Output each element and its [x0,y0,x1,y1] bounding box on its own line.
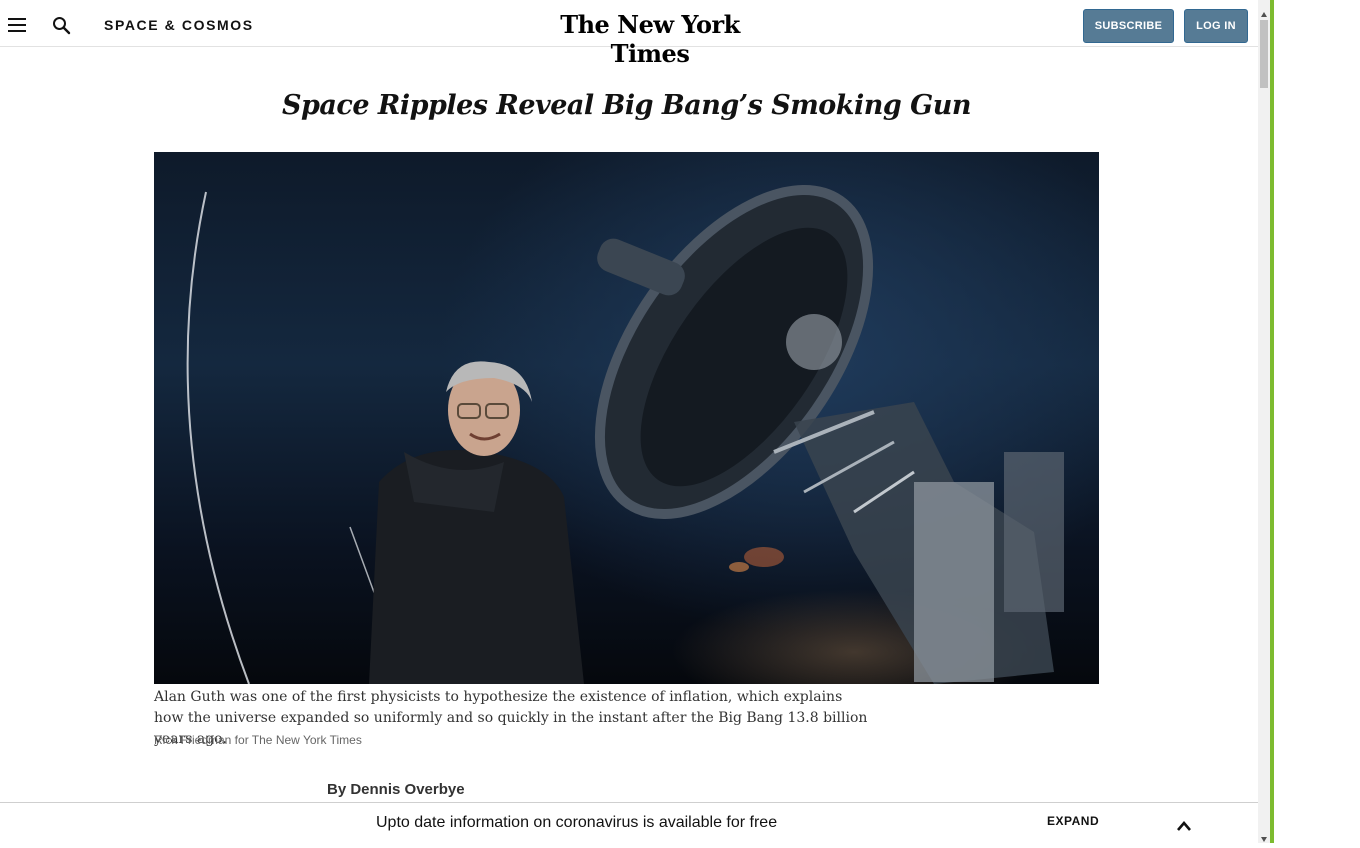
author-link[interactable]: Dennis Overbye [350,781,464,798]
coronavirus-banner: Upto date information on coronavirus is … [0,802,1258,843]
scroll-up-arrow[interactable] [1260,6,1268,17]
menu-icon[interactable] [8,18,26,32]
search-icon[interactable] [52,16,72,36]
scrollbar[interactable] [1258,0,1270,843]
nyt-logo[interactable]: The New York Times [540,10,760,68]
article-headline: Space Ripples Reveal Big Bang’s Smoking … [282,90,971,121]
byline-prefix: By [327,781,351,798]
login-button[interactable]: LOG IN [1184,9,1248,43]
scroll-thumb[interactable] [1260,20,1268,88]
expand-button[interactable]: EXPAND [1047,814,1099,828]
subscribe-button[interactable]: SUBSCRIBE [1083,9,1174,43]
top-header: SPACE & COSMOS The New York Times SUBSCR… [0,4,1258,68]
article-page: SPACE & COSMOS The New York Times SUBSCR… [0,0,1258,843]
photo-credit: Rick Friedman for The New York Times [154,733,362,747]
window-accent-border [1270,0,1274,843]
banner-text[interactable]: Upto date information on coronavirus is … [376,814,777,832]
article-photo [154,152,1099,684]
chevron-up-icon[interactable] [1176,819,1192,831]
section-link[interactable]: SPACE & COSMOS [104,17,254,33]
scroll-down-arrow[interactable] [1260,830,1268,842]
article-byline: By Dennis Overbye [327,781,465,798]
